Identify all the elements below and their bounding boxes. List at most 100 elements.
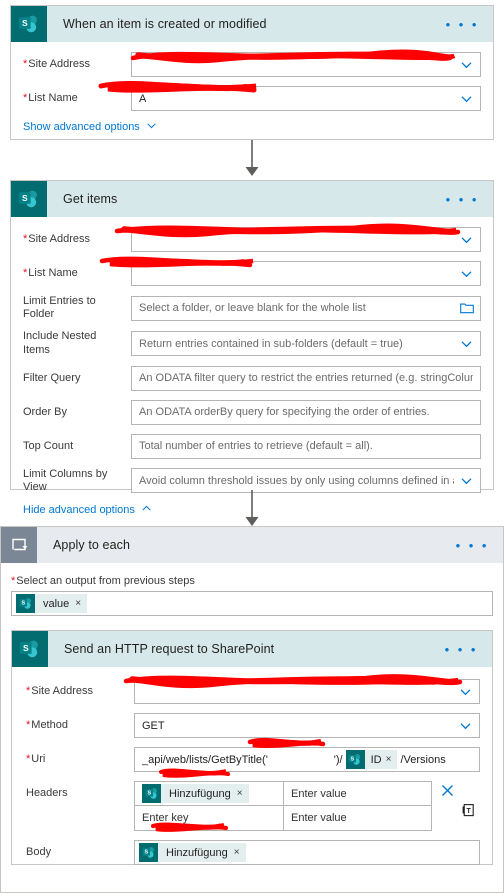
- card-title: Get items: [63, 192, 118, 206]
- field-row-site-address: *Site Address: [26, 679, 480, 704]
- list-name-input[interactable]: [131, 261, 481, 286]
- chevron-down-icon[interactable]: [460, 337, 473, 350]
- dynamic-content-token-id[interactable]: S ID ×: [345, 750, 398, 769]
- chevron-down-icon[interactable]: [460, 267, 473, 280]
- headers-grid: S Hinzufügung × Enter value Enter key En…: [134, 781, 432, 831]
- card-menu-button[interactable]: • • •: [445, 643, 492, 656]
- field-placeholder: Enter key: [142, 812, 189, 824]
- field-row-list-name: *List Name A: [23, 86, 481, 111]
- card-menu-button[interactable]: • • •: [446, 193, 493, 206]
- card-header[interactable]: S Get items • • •: [11, 181, 493, 217]
- required-asterisk: *: [26, 718, 31, 731]
- flow-step-card-get-items[interactable]: S Get items • • • *Site Address *List Na…: [10, 180, 494, 516]
- token-label: Hinzufügung: [169, 787, 231, 800]
- method-input[interactable]: GET: [134, 713, 480, 738]
- svg-text:S: S: [22, 193, 28, 203]
- field-label: *List Name: [23, 266, 78, 279]
- flow-connector-1: [0, 140, 504, 178]
- card-header[interactable]: S When an item is created or modified • …: [11, 6, 493, 42]
- paste-text-icon[interactable]: T: [462, 803, 475, 820]
- field-row-top-count: Top Count Total number of entries to ret…: [23, 433, 481, 459]
- select-output-label: *Select an output from previous steps: [11, 575, 195, 587]
- required-asterisk: *: [23, 232, 28, 245]
- chevron-down-icon[interactable]: [459, 685, 472, 698]
- svg-text:S: S: [147, 791, 151, 797]
- field-row-headers: Headers S Hinzufügung × Enter value Ente…: [26, 781, 480, 831]
- top-count-input[interactable]: Total number of entries to retrieve (def…: [131, 433, 481, 459]
- dynamic-content-token-body[interactable]: S Hinzufügung ×: [139, 843, 246, 862]
- sharepoint-icon: S: [11, 6, 47, 42]
- show-advanced-options-link[interactable]: Show advanced options: [23, 120, 481, 134]
- folder-icon[interactable]: [460, 302, 474, 315]
- loop-body: *Select an output from previous steps S …: [1, 563, 503, 877]
- chevron-down-icon[interactable]: [460, 474, 473, 487]
- header-key-cell[interactable]: S Hinzufügung ×: [134, 781, 283, 806]
- token-remove-button[interactable]: ×: [234, 847, 246, 858]
- card-header[interactable]: S Send an HTTP request to SharePoint • •…: [12, 631, 492, 667]
- close-icon[interactable]: [441, 784, 454, 799]
- card-menu-button[interactable]: • • •: [446, 18, 493, 31]
- headers-row: Enter key Enter value: [134, 806, 432, 831]
- token-label: ID: [370, 753, 382, 766]
- flow-step-card-trigger[interactable]: S When an item is created or modified • …: [10, 5, 494, 140]
- uri-input[interactable]: _api/web/lists/GetByTitle(' ')/ S ID × /…: [134, 747, 480, 772]
- headers-row-actions: T: [432, 781, 480, 831]
- field-label: Top Count: [23, 439, 74, 452]
- chevron-down-icon[interactable]: [460, 233, 473, 246]
- loop-icon: [1, 527, 37, 563]
- required-asterisk: *: [23, 57, 28, 70]
- dynamic-content-token-header-key[interactable]: S Hinzufügung ×: [142, 784, 249, 803]
- token-remove-button[interactable]: ×: [237, 788, 249, 799]
- token-remove-button[interactable]: ×: [75, 598, 87, 609]
- chevron-down-icon: [146, 120, 157, 134]
- field-label: Include Nested Items: [23, 330, 97, 356]
- sharepoint-icon: S: [139, 843, 158, 862]
- card-menu-button[interactable]: • • •: [456, 539, 503, 552]
- field-label: *List Name: [23, 91, 78, 104]
- dynamic-content-token-value[interactable]: S value ×: [16, 594, 88, 613]
- filter-query-input[interactable]: An ODATA filter query to restrict the en…: [131, 365, 481, 391]
- svg-text:S: S: [21, 601, 25, 607]
- site-address-input[interactable]: [131, 52, 481, 77]
- chevron-down-icon[interactable]: [460, 92, 473, 105]
- body-input[interactable]: S Hinzufügung ×: [134, 840, 480, 865]
- field-row-include-nested-items: Include Nested Items Return entries cont…: [23, 330, 481, 357]
- token-remove-button[interactable]: ×: [386, 754, 398, 765]
- required-asterisk: *: [26, 684, 31, 697]
- field-value: GET: [142, 719, 165, 732]
- include-nested-items-input[interactable]: Return entries contained in sub-folders …: [131, 331, 481, 357]
- svg-text:S: S: [22, 18, 28, 28]
- field-label: Filter Query: [23, 371, 81, 384]
- card-title: Apply to each: [53, 538, 131, 552]
- limit-entries-to-folder-input[interactable]: Select a folder, or leave blank for the …: [131, 295, 481, 321]
- token-label: Hinzufügung: [166, 846, 228, 859]
- chevron-down-icon[interactable]: [459, 719, 472, 732]
- site-address-input[interactable]: [134, 679, 480, 704]
- field-placeholder: Total number of entries to retrieve (def…: [139, 440, 373, 453]
- list-name-input[interactable]: A: [131, 86, 481, 111]
- required-asterisk: *: [26, 752, 31, 765]
- field-placeholder: Enter value: [291, 787, 347, 800]
- header-key-cell[interactable]: Enter key: [134, 806, 283, 831]
- card-header[interactable]: Apply to each • • •: [1, 527, 503, 563]
- field-placeholder: An ODATA filter query to restrict the en…: [139, 372, 473, 385]
- field-row-order-by: Order By An ODATA orderBy query for spec…: [23, 399, 481, 425]
- sharepoint-icon: S: [12, 631, 48, 667]
- card-body: *Site Address *Method GET *Uri _api/web/…: [12, 667, 492, 890]
- header-value-cell[interactable]: Enter value: [283, 781, 432, 806]
- order-by-input[interactable]: An ODATA orderBy query for specifying th…: [131, 399, 481, 425]
- flow-step-card-send-http-request[interactable]: S Send an HTTP request to SharePoint • •…: [11, 630, 493, 865]
- sharepoint-icon: S: [11, 181, 47, 217]
- site-address-input[interactable]: [131, 227, 481, 252]
- field-label: Limit Entries to Folder: [23, 295, 96, 321]
- field-label: *Site Address: [23, 57, 91, 70]
- select-output-input[interactable]: S value ×: [11, 591, 493, 616]
- field-label: *Site Address: [26, 684, 94, 697]
- sharepoint-icon: S: [142, 784, 161, 803]
- header-value-cell[interactable]: Enter value: [283, 806, 432, 831]
- field-row-body: Body S Hinzufügung ×: [26, 840, 480, 865]
- field-label: *Method: [26, 718, 68, 731]
- card-body: *Site Address *List Name A Show advanced…: [11, 42, 493, 150]
- chevron-down-icon[interactable]: [460, 58, 473, 71]
- flow-step-card-apply-to-each[interactable]: Apply to each • • • *Select an output fr…: [0, 526, 504, 893]
